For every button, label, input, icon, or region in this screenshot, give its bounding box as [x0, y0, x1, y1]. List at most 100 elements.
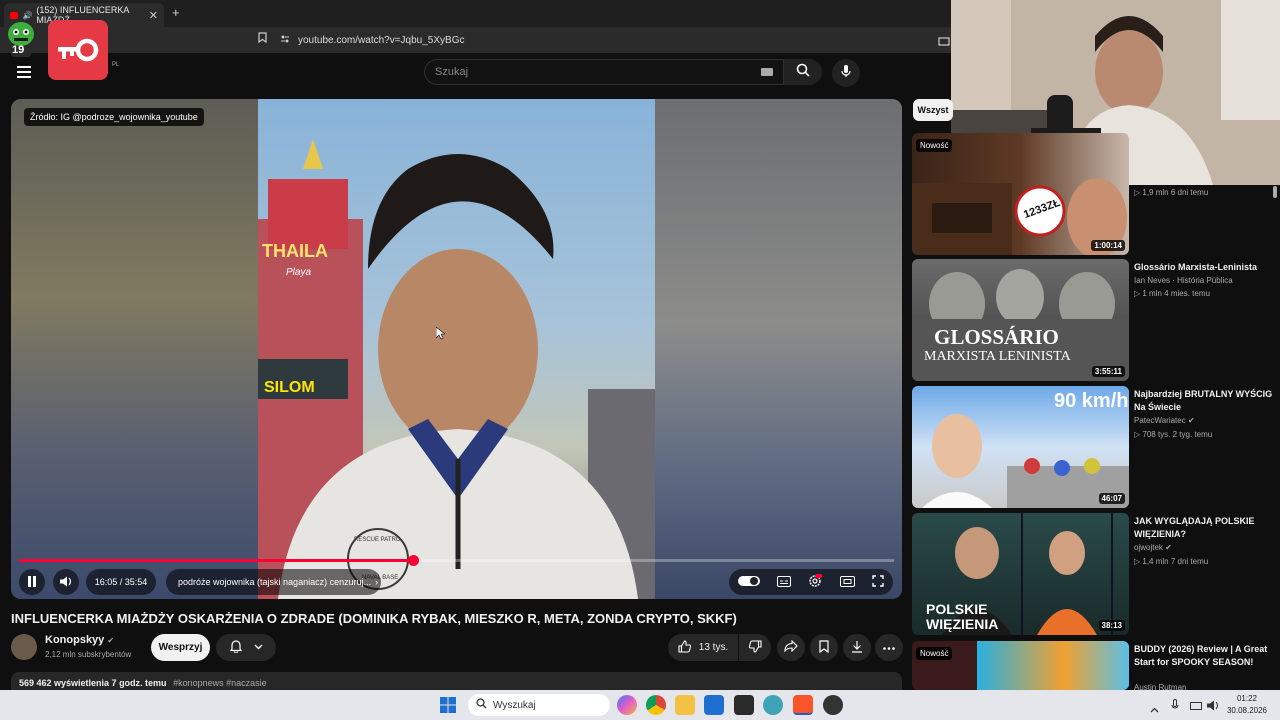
taskbar-clock[interactable]: 01:22 30.08.2026 — [1222, 693, 1272, 717]
thumbnail-text-1: POLSKIE — [926, 601, 988, 617]
thumbnail-text-2: WIĘZIENIA — [926, 616, 999, 632]
mute-button[interactable] — [53, 569, 79, 595]
chrome-icon[interactable] — [646, 695, 666, 715]
video-thumbnail[interactable]: Nowość — [912, 641, 1129, 690]
time-text: 16:05 / 35:54 — [94, 577, 148, 587]
streamer-mascot-icon: 19 — [6, 20, 36, 58]
video-meta: ▷ 1,9 mln 6 dni temu — [1134, 188, 1209, 197]
microphone-icon[interactable] — [1171, 698, 1179, 716]
menu-icon[interactable] — [17, 66, 31, 78]
description-box[interactable]: 569 462 wyświetlenia 7 godz. temu #konop… — [11, 672, 902, 692]
chevron-up-icon[interactable] — [1150, 700, 1159, 718]
brave-browser-icon[interactable] — [793, 695, 813, 715]
theater-mode-icon[interactable] — [839, 575, 855, 589]
microphone-icon — [841, 64, 851, 83]
share-icon — [784, 639, 798, 655]
video-title[interactable]: BUDDY (2026) Review | A Great Start for … — [1134, 643, 1274, 669]
windows-taskbar: Wyszukaj 01:22 30.08.2026 — [0, 690, 1280, 720]
recommended-video[interactable]: 90 km/h 46:07 Najbardziej BRUTALNY WYŚCI… — [912, 386, 1280, 508]
key-logo-icon — [48, 20, 108, 80]
clock-date: 30.08.2026 — [1226, 706, 1268, 715]
settings-gear-icon[interactable] — [808, 574, 823, 590]
video-title[interactable]: Najbardziej BRUTALNY WYŚCIG Na Świecie — [1134, 388, 1274, 414]
filter-chip-all[interactable]: Wszyst — [913, 99, 953, 121]
subtitles-icon[interactable] — [777, 575, 792, 589]
recommended-video[interactable]: GLOSSÁRIO MARXISTA LENINISTA 3:55:11 Glo… — [912, 259, 1280, 381]
url-field[interactable]: youtube.com/watch?v=Jqbu_5XyBGc — [280, 30, 940, 50]
bookmark-icon[interactable] — [258, 32, 267, 46]
frame-sign-thaila: THAILA — [262, 241, 328, 261]
channel-name[interactable]: Konopskyy ✔ — [45, 634, 114, 646]
download-button[interactable] — [843, 634, 871, 661]
mouse-cursor-icon — [435, 326, 446, 345]
support-button[interactable]: Wesprzyj — [151, 634, 210, 661]
bell-icon — [229, 639, 242, 656]
voice-search-button[interactable] — [832, 59, 860, 87]
store-icon[interactable] — [704, 695, 724, 715]
channel-name[interactable]: Ian Neves · História Pública — [1134, 276, 1233, 285]
new-badge: Nowość — [916, 139, 953, 152]
channel-name-text: PatecWariatec — [1134, 416, 1186, 425]
save-button[interactable] — [810, 634, 838, 661]
app-notification-icon[interactable] — [823, 695, 843, 715]
download-icon — [851, 640, 863, 656]
frame-shirt-text-1: RESCUE PATRO — [354, 537, 401, 543]
channel-avatar[interactable] — [11, 634, 37, 660]
video-title: INFLUENCERKA MIAŻDŻY OSKARŻENIA O ZDRADE… — [11, 611, 737, 626]
app-a-icon[interactable] — [734, 695, 754, 715]
recommended-video[interactable]: 1233ZŁ Nowość 1:00:14 ▷ 1,9 mln 6 dni te… — [912, 133, 1280, 255]
channel-name-text: Konopskyy — [45, 634, 105, 646]
progress-bar[interactable] — [19, 555, 894, 566]
share-button[interactable] — [777, 634, 805, 661]
volume-icon[interactable] — [1207, 698, 1219, 716]
thumbnail-text-1: GLOSSÁRIO — [934, 325, 1059, 349]
file-explorer-icon[interactable] — [675, 695, 695, 715]
recommended-video[interactable]: Nowość BUDDY (2026) Review | A Great Sta… — [912, 641, 1280, 692]
frame-sign-playa: Playa — [286, 267, 312, 278]
new-tab-button[interactable]: + — [172, 5, 180, 20]
search-button[interactable] — [784, 59, 822, 85]
autoplay-toggle[interactable] — [737, 575, 760, 589]
video-thumbnail[interactable]: 1233ZŁ Nowość 1:00:14 — [912, 133, 1129, 255]
cast-icon[interactable] — [938, 34, 950, 52]
video-player[interactable]: THAILA Playa SILOM RESCUE PATRO NAVAL BA… — [11, 99, 902, 599]
view-count: 569 462 wyświetlenia 7 godz. temu — [19, 678, 167, 688]
video-title[interactable]: Glossário Marxista-Leninista — [1134, 261, 1274, 274]
site-info-icon[interactable] — [280, 34, 290, 47]
subscriber-count: 2,12 mln subskrybentów — [45, 650, 132, 659]
speaker-icon[interactable]: 🔊 — [22, 11, 32, 20]
chapter-button[interactable]: podróże wojownika (tajski naganiacz) cen… — [166, 569, 381, 595]
thumbnail-text: 90 km/h — [1054, 390, 1129, 412]
sidebar-scrollbar[interactable] — [1273, 186, 1277, 198]
play-pause-button[interactable] — [19, 569, 45, 595]
display-icon[interactable] — [1190, 699, 1202, 717]
dislike-button[interactable] — [739, 634, 771, 661]
recommended-video[interactable]: POLSKIE WIĘZIENIA 38:13 JAK WYGLĄDAJĄ PO… — [912, 513, 1280, 635]
copilot-icon[interactable] — [617, 695, 637, 715]
chevron-down-icon — [254, 642, 263, 653]
logo-region: PL — [112, 62, 120, 68]
pause-icon — [27, 575, 37, 589]
like-button[interactable]: 13 tys. — [668, 634, 738, 661]
fullscreen-icon[interactable] — [872, 575, 884, 589]
hashtags[interactable]: #konopnews #naczasie — [173, 678, 267, 688]
video-thumbnail[interactable]: GLOSSÁRIO MARXISTA LENINISTA 3:55:11 — [912, 259, 1129, 381]
notification-button[interactable] — [216, 634, 276, 661]
tab-close-icon[interactable]: ✕ — [149, 9, 158, 22]
channel-name[interactable]: PatecWariatec ✔ — [1134, 416, 1195, 425]
thumbs-down-icon — [748, 639, 762, 656]
mascot-number: 19 — [12, 44, 25, 56]
windows-start-icon[interactable] — [440, 697, 456, 718]
progress-scrubber[interactable] — [407, 555, 419, 566]
keyboard-icon[interactable] — [761, 68, 773, 76]
save-icon — [819, 639, 829, 656]
taskbar-search[interactable]: Wyszukaj — [468, 694, 610, 716]
frame-sign-silom: SILOM — [264, 379, 315, 396]
video-thumbnail[interactable]: 90 km/h 46:07 — [912, 386, 1129, 508]
more-actions-button[interactable] — [875, 634, 903, 661]
search-input[interactable]: Szukaj — [424, 59, 784, 85]
video-title[interactable]: JAK WYGLĄDAJĄ POLSKIE WIĘZIENIA? — [1134, 515, 1274, 541]
video-thumbnail[interactable]: POLSKIE WIĘZIENIA 38:13 — [912, 513, 1129, 635]
channel-name[interactable]: ojwojtek ✔ — [1134, 543, 1172, 552]
app-tree-icon[interactable] — [763, 695, 783, 715]
